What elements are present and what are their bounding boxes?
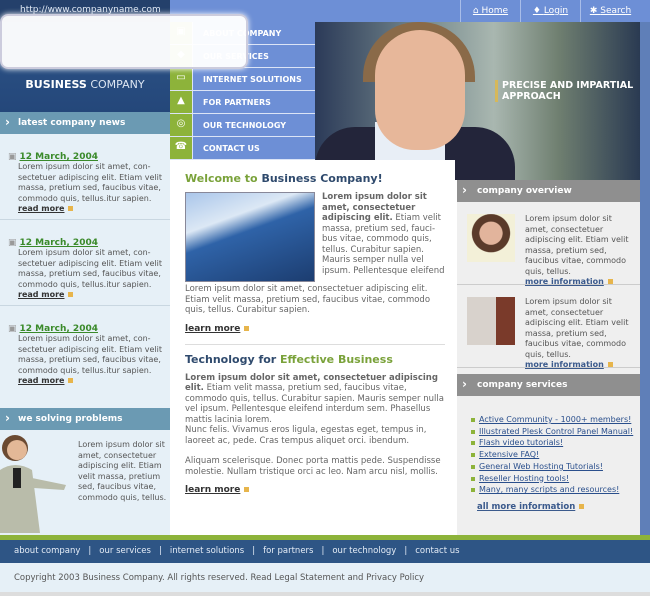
- bottom-bar: [0, 592, 650, 596]
- intro-text-2: Lorem ipsum dolor sit amet, consectetuer…: [185, 284, 431, 315]
- nav-contact-us[interactable]: ☎ CONTACT US: [170, 137, 315, 160]
- nav-for-partners[interactable]: ▲ FOR PARTNERS: [170, 91, 315, 114]
- service-link[interactable]: Active Community - 1000+ members!: [471, 414, 640, 426]
- building-image: [185, 192, 315, 282]
- login-link[interactable]: ♦ Login: [520, 0, 580, 22]
- footer-link-contact[interactable]: contact us: [415, 546, 459, 563]
- news-header: latest company news: [0, 112, 170, 134]
- person-icon: ▲: [170, 91, 193, 113]
- services-list: Active Community - 1000+ members! Illust…: [457, 396, 640, 496]
- read-more-link[interactable]: read more: [18, 376, 64, 385]
- bullet-icon: [607, 362, 613, 367]
- footer-link-solutions[interactable]: internet solutions: [170, 546, 244, 563]
- footer-link-services[interactable]: our services: [99, 546, 151, 563]
- services-header: company services: [457, 374, 640, 396]
- footer-nav: about company | our services | internet so…: [0, 540, 650, 563]
- top-links: ⌂ Home ♦ Login ✱ Search: [460, 0, 640, 22]
- overview-item: Lorem ipsum dolor sit amet, consectetuer…: [457, 202, 640, 286]
- technology-heading: Technology for Effective Business: [185, 352, 393, 366]
- service-link[interactable]: Flash video tutorials!: [471, 437, 640, 449]
- news-date-link[interactable]: 12 March, 2004: [8, 152, 98, 162]
- bullet-icon: [244, 325, 250, 331]
- bullet-icon: [607, 279, 613, 284]
- news-date-link[interactable]: 12 March, 2004: [8, 238, 98, 248]
- learn-more-link[interactable]: learn more: [185, 324, 445, 334]
- hero-image: PRECISE AND IMPARTIAL APPROACH: [315, 22, 640, 180]
- solving-section: we solving problems: [0, 408, 170, 430]
- person-photo: [467, 214, 515, 262]
- overview-item: Lorem ipsum dolor sit amet, consectetuer…: [457, 285, 640, 369]
- home-link[interactable]: ⌂ Home: [460, 0, 520, 22]
- hero-tagline: PRECISE AND IMPARTIAL APPROACH: [495, 80, 633, 102]
- news-date-link[interactable]: 12 March, 2004: [8, 324, 98, 334]
- bullet-icon: [579, 503, 585, 509]
- home-icon: ⌂: [472, 6, 482, 16]
- footer-link-technology[interactable]: our technology: [332, 546, 396, 563]
- news-item: 12 March, 2004Lorem ipsum dolor sit amet…: [0, 134, 170, 220]
- service-link[interactable]: Many, many scripts and resources!: [471, 484, 640, 496]
- right-column: company overview Lorem ipsum dolor sit a…: [457, 180, 640, 535]
- blur-overlay: [0, 14, 248, 69]
- nav-our-technology[interactable]: ◎ OUR TECHNOLOGY: [170, 114, 315, 137]
- solving-text: Lorem ipsum dolor sit amet, consectetuer…: [78, 440, 167, 502]
- service-link[interactable]: General Web Hosting Tutorials!: [471, 461, 640, 473]
- nav-internet-solutions[interactable]: ▭ INTERNET SOLUTIONS: [170, 68, 315, 91]
- logo[interactable]: BUSINESS COMPANY: [0, 78, 170, 91]
- businesswoman-image: [0, 435, 66, 533]
- gear-icon: ◎: [170, 114, 193, 136]
- phone-icon: ☎: [170, 137, 193, 159]
- more-information-link[interactable]: more information: [525, 277, 604, 286]
- main-content: Welcome to Business Company! Lorem ipsum…: [175, 160, 455, 535]
- tech-text-2: Nunc felis. Vivamus eros ligula, egestas…: [185, 425, 427, 446]
- people-photo: [467, 297, 515, 345]
- service-link[interactable]: Extensive FAQ!: [471, 449, 640, 461]
- divider: [185, 343, 445, 345]
- bullet-icon: [68, 292, 74, 297]
- all-more-information-link[interactable]: all more information: [457, 496, 640, 512]
- bullet-icon: [244, 487, 250, 492]
- tech-text: Lorem ipsum dolor sit amet, consectetuer…: [185, 372, 444, 425]
- read-more-link[interactable]: read more: [18, 290, 64, 299]
- news-item: 12 March, 2004Lorem ipsum dolor sit amet…: [0, 220, 170, 306]
- tech-text-3: Aliquam scelerisque. Donec porta mattis …: [185, 456, 441, 477]
- solving-header: we solving problems: [0, 408, 170, 430]
- read-more-link[interactable]: read more: [18, 204, 64, 213]
- bullet-icon: [68, 206, 74, 211]
- login-icon: ♦: [532, 6, 544, 16]
- search-link[interactable]: ✱ Search: [580, 0, 640, 22]
- copyright: Copyright 2003 Business Company. All rig…: [0, 563, 650, 592]
- welcome-heading: Welcome to Business Company!: [185, 172, 383, 185]
- overview-header: company overview: [457, 180, 640, 202]
- footer-link-partners[interactable]: for partners: [263, 546, 313, 563]
- service-link[interactable]: Reseller Hosting tools!: [471, 473, 640, 485]
- search-icon: ✱: [589, 6, 601, 16]
- computer-icon: ▭: [170, 68, 193, 90]
- bullet-icon: [68, 378, 74, 383]
- service-link[interactable]: Illustrated Plesk Control Panel Manual!: [471, 426, 640, 438]
- footer-link-about[interactable]: about company: [14, 546, 80, 563]
- hero-face: [375, 30, 465, 150]
- more-information-link[interactable]: more information: [525, 360, 604, 369]
- learn-more-link[interactable]: learn more: [185, 485, 445, 495]
- news-item: 12 March, 2004Lorem ipsum dolor sit amet…: [0, 306, 170, 392]
- right-strip: [640, 22, 650, 535]
